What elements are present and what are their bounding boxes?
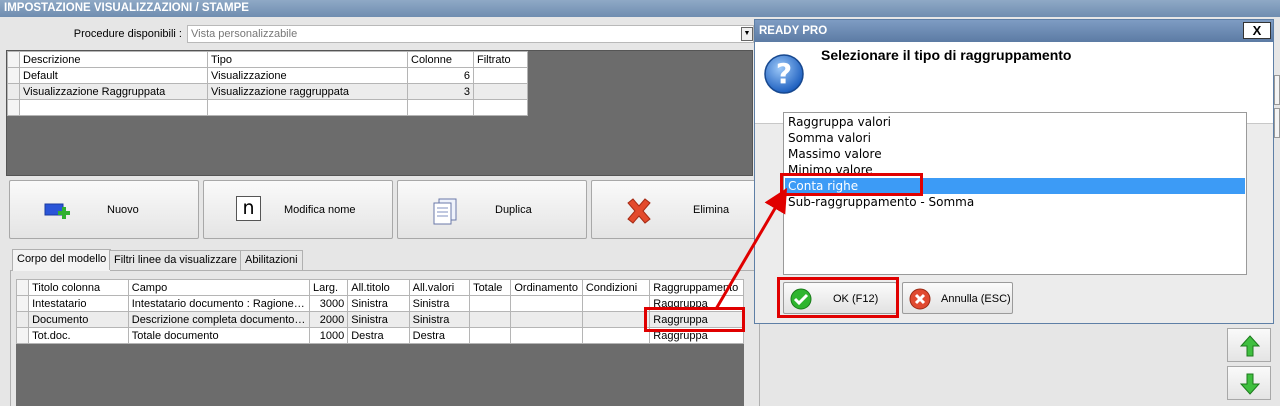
- annotation-arrow: [714, 187, 788, 310]
